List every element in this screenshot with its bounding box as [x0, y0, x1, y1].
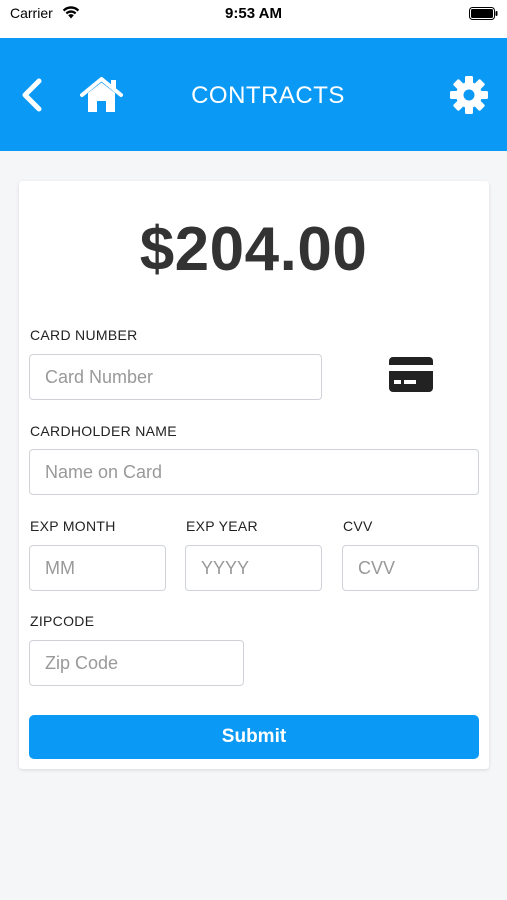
- cardholder-name-label: CARDHOLDER NAME: [30, 423, 177, 439]
- page-title: CONTRACTS: [191, 82, 345, 109]
- card-number-label: CARD NUMBER: [30, 327, 138, 343]
- zipcode-label: ZIPCODE: [30, 613, 95, 629]
- exp-month-label: EXP MONTH: [30, 518, 116, 534]
- exp-year-input[interactable]: [185, 545, 322, 591]
- home-icon[interactable]: [79, 76, 124, 114]
- status-bar: Carrier 9:53 AM: [0, 0, 507, 38]
- card-number-input[interactable]: [29, 354, 322, 400]
- exp-year-label: EXP YEAR: [186, 518, 258, 534]
- cardholder-name-input[interactable]: [29, 449, 479, 495]
- credit-card-icon: [389, 357, 433, 392]
- battery-icon: [469, 7, 498, 20]
- exp-month-input[interactable]: [29, 545, 166, 591]
- cvv-label: CVV: [343, 518, 373, 534]
- zipcode-input[interactable]: [29, 640, 244, 686]
- gear-icon[interactable]: [449, 75, 489, 115]
- submit-button[interactable]: Submit: [29, 715, 479, 759]
- back-icon[interactable]: [20, 78, 44, 112]
- cvv-input[interactable]: [342, 545, 479, 591]
- status-time: 9:53 AM: [225, 5, 282, 22]
- payment-amount: $204.00: [139, 215, 368, 284]
